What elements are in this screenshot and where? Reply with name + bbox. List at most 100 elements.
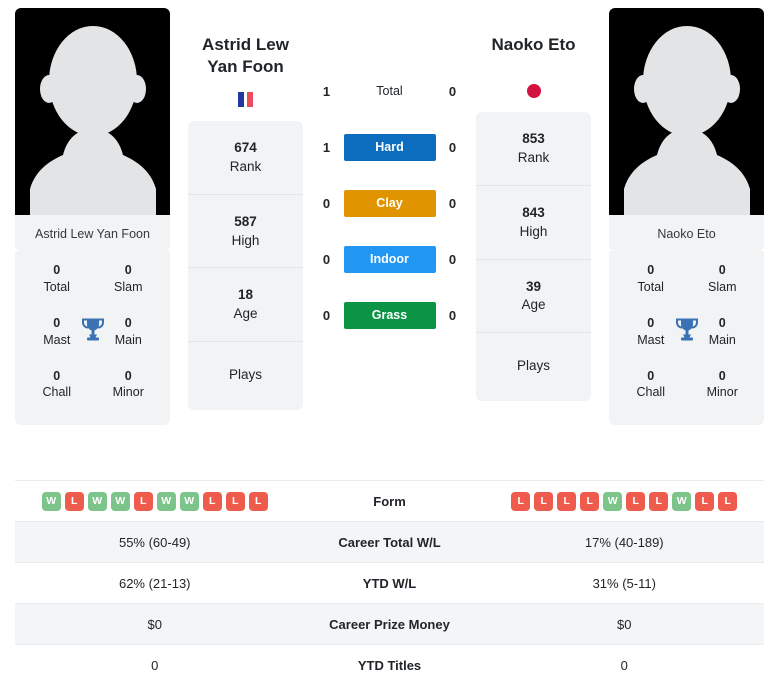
right-titles-total: 0 Total xyxy=(615,253,687,306)
form-badge-win[interactable]: W xyxy=(41,491,61,511)
stat-label: YTD W/L xyxy=(362,575,417,591)
form-badge-win[interactable]: W xyxy=(87,491,107,511)
right-plays-label: Plays xyxy=(516,358,550,374)
left-titles-slam: 0 Slam xyxy=(93,253,165,306)
form-badge-loss[interactable]: L xyxy=(649,491,669,511)
form-badge-loss[interactable]: L xyxy=(248,491,268,511)
surface-badge-indoor[interactable]: Indoor xyxy=(343,245,436,273)
left-titles-total-value: 0 xyxy=(53,263,61,277)
player-silhouette-icon xyxy=(623,26,750,215)
form-badge-win[interactable]: W xyxy=(179,491,199,511)
form-badge-loss[interactable]: L xyxy=(225,491,245,511)
right-titles-chall-label: Chall xyxy=(636,385,666,400)
left-titles-total: 0 Total xyxy=(21,253,93,306)
table-row: W L W W L W W L L L Form L L L L W L L W L L xyxy=(15,480,764,521)
right-player-flag-row xyxy=(476,70,591,112)
right-plays-cell: Plays xyxy=(476,333,591,401)
left-age-cell: 18 Age xyxy=(188,268,303,343)
left-titles-main-label: Main xyxy=(114,332,142,347)
form-badge-win[interactable]: W xyxy=(110,491,130,511)
left-ytd_wl: 62% (21-13) xyxy=(118,575,191,591)
stat-label: YTD Titles xyxy=(357,657,422,673)
form-badge-loss[interactable]: L xyxy=(534,491,554,511)
right-titles-minor-label: Minor xyxy=(706,385,738,400)
surface-badge-clay[interactable]: Clay xyxy=(343,189,436,217)
left-titles-chall-label: Chall xyxy=(42,385,72,400)
left-titles-chall: 0 Chall xyxy=(21,359,93,412)
left-player-photo-card: Astrid Lew Yan Foon xyxy=(15,8,170,251)
h2h-right-count: 0 xyxy=(448,251,457,267)
form-badge-loss[interactable]: L xyxy=(511,491,531,511)
h2h-left-count: 1 xyxy=(322,139,331,155)
surface-badge-grass[interactable]: Grass xyxy=(343,301,436,329)
form-badge-win[interactable]: W xyxy=(603,491,623,511)
left-titles-mast-label: Mast xyxy=(43,332,71,347)
h2h-row-indoor: 0 Indoor 0 xyxy=(309,231,470,287)
right-titles-total-value: 0 xyxy=(647,263,655,277)
h2h-label-cell[interactable]: Grass xyxy=(343,301,436,329)
table-row: 0 YTD Titles 0 xyxy=(15,644,764,685)
comparison-header: Astrid Lew Yan Foon 0 Total 0 Slam 0 Mas… xyxy=(0,0,779,480)
left-titles-main: 0 Main xyxy=(93,306,165,359)
form-badge-win[interactable]: W xyxy=(156,491,176,511)
left-rank-label: Rank xyxy=(229,158,262,174)
left-age-label: Age xyxy=(233,306,258,322)
right-player-photo-column: Naoko Eto 0 Total 0 Slam 0 Mast 0 Main 0… xyxy=(609,8,764,426)
h2h-label-cell[interactable]: Indoor xyxy=(343,245,436,273)
form-badge-loss[interactable]: L xyxy=(133,491,153,511)
right-titles-minor-value: 0 xyxy=(718,368,726,383)
right-titles-minor: 0 Minor xyxy=(687,359,759,412)
table-row: 62% (21-13) YTD W/L 31% (5-11) xyxy=(15,562,764,603)
left-player-info-column: Astrid Lew Yan Foon 674 Rank 587 High 18… xyxy=(188,8,303,411)
right-high-value: 843 xyxy=(522,204,545,220)
h2h-label-cell: Total xyxy=(344,82,436,100)
form-badge-loss[interactable]: L xyxy=(580,491,600,511)
right-player-titles-card: 0 Total 0 Slam 0 Mast 0 Main 0 Chall 0 M… xyxy=(609,251,764,426)
form-badge-loss[interactable]: L xyxy=(626,491,646,511)
h2h-row-total: 1 Total 0 xyxy=(309,63,470,119)
right-rank-cell: 853 Rank xyxy=(476,112,591,186)
right-age-cell: 39 Age xyxy=(476,260,591,334)
h2h-right-count: 0 xyxy=(448,195,457,211)
form-badge-loss[interactable]: L xyxy=(718,491,738,511)
right-ytd_wl: 31% (5-11) xyxy=(592,575,656,591)
right-player-info-column: Naoko Eto 853 Rank 843 High 39 Age Plays xyxy=(476,8,591,402)
right-titles-grid: 0 Total 0 Slam 0 Mast 0 Main 0 Chall 0 M… xyxy=(615,253,758,411)
h2h-label-cell[interactable]: Hard xyxy=(343,133,436,161)
right-titles-main-label: Main xyxy=(708,332,736,347)
right-player-name[interactable]: Naoko Eto xyxy=(476,8,591,70)
h2h-left-count: 0 xyxy=(322,307,331,323)
left-titles-slam-label: Slam xyxy=(114,279,143,294)
left-player-name[interactable]: Astrid Lew Yan Foon xyxy=(188,8,303,79)
right-titles-mast: 0 Mast xyxy=(615,306,698,359)
h2h-left-count: 1 xyxy=(322,83,331,99)
right-titles-chall: 0 Chall xyxy=(615,359,687,412)
right-career_total_wl: 17% (40-189) xyxy=(584,534,664,550)
left-titles-total-label: Total xyxy=(43,279,70,294)
right-ytd_titles: 0 xyxy=(620,657,628,673)
right-age-value: 39 xyxy=(525,278,542,294)
table-row: $0 Career Prize Money $0 xyxy=(15,603,764,644)
h2h-left-count: 0 xyxy=(322,251,331,267)
left-high-value: 587 xyxy=(234,213,257,229)
form-badge-loss[interactable]: L xyxy=(64,491,84,511)
surface-badge-hard[interactable]: Hard xyxy=(343,133,436,161)
form-badge-win[interactable]: W xyxy=(672,491,692,511)
right-player-stats-card: 853 Rank 843 High 39 Age Plays xyxy=(476,112,591,402)
right-high-cell: 843 High xyxy=(476,186,591,260)
right-titles-slam-value: 0 xyxy=(718,263,726,277)
form-badge-loss[interactable]: L xyxy=(695,491,715,511)
right-age-label: Age xyxy=(521,297,546,313)
left-form-badges: WLWWLWWLLL xyxy=(15,491,295,511)
h2h-label-cell[interactable]: Clay xyxy=(343,189,436,217)
form-badge-loss[interactable]: L xyxy=(557,491,577,511)
left-player-titles-card: 0 Total 0 Slam 0 Mast 0 Main 0 Chall 0 M… xyxy=(15,251,170,426)
right-player-photo xyxy=(609,8,764,215)
h2h-left-count: 0 xyxy=(322,195,331,211)
right-titles-main-value: 0 xyxy=(718,315,726,330)
right-titles-main: 0 Main xyxy=(687,306,759,359)
stat-label: Career Total W/L xyxy=(338,534,441,550)
form-badge-loss[interactable]: L xyxy=(202,491,222,511)
right-titles-mast-label: Mast xyxy=(637,332,665,347)
left-titles-minor-label: Minor xyxy=(112,385,144,400)
